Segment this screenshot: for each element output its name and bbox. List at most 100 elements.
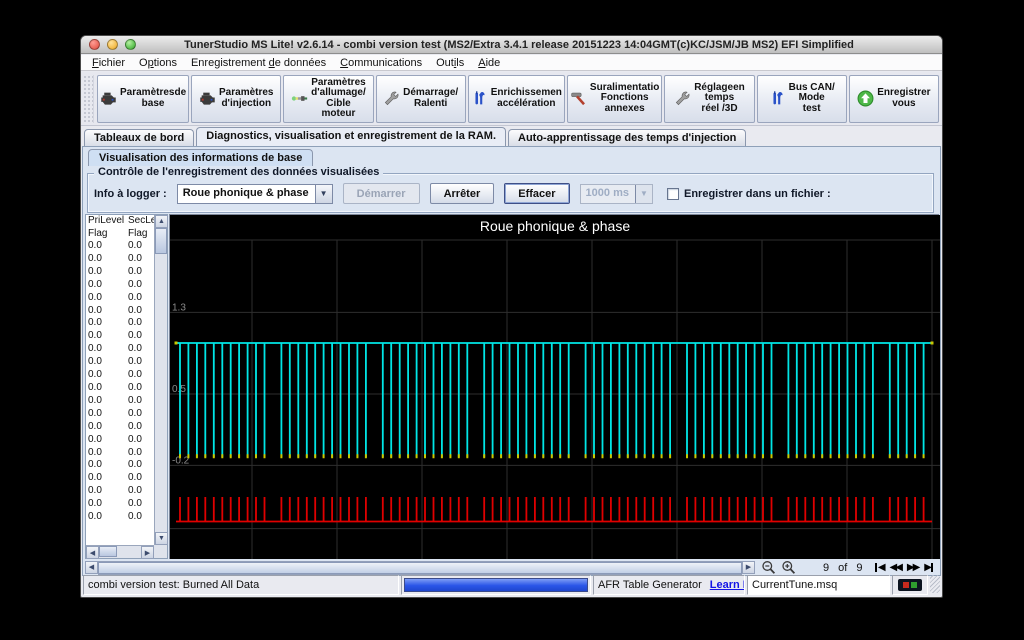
tab-diagnostics-ram[interactable]: Diagnostics, visualisation et enregistre… [196,127,506,146]
table-cell: 0.0 [126,279,154,292]
table-horizontal-scrollbar[interactable]: ◀ ▶ [86,545,154,558]
next-page-button[interactable]: ▶▶ [907,562,918,573]
toolbar-drag-handle[interactable] [83,75,94,123]
table-cell: 0.0 [126,395,154,408]
scroll-right-arrow[interactable]: ▶ [742,561,755,574]
table-cell: 0.0 [126,408,154,421]
boost-aux-button[interactable]: Suralimentatio Fonctions annexes [567,75,662,123]
table-row: 0.00.0 [86,253,154,266]
table-row: 0.00.0 [86,240,154,253]
table-row: 0.00.0 [86,317,154,330]
status-message: combi version test: Burned All Data [83,575,399,595]
column-header: SecLevel Flag [126,215,154,240]
scrollbar-thumb[interactable] [99,546,117,557]
record-to-file-checkbox[interactable]: Enregistrer dans un fichier : [667,188,831,200]
table-cell: 0.0 [126,330,154,343]
table-cell: 0.0 [86,253,126,266]
table-cell: 0.0 [126,434,154,447]
accel-enrichment-button[interactable]: Enrichissemen accélération [468,75,565,123]
clear-button[interactable]: Effacer [504,183,569,204]
table-cell: 0.0 [126,305,154,318]
zoom-button[interactable] [125,39,136,50]
menu-item[interactable]: Aide [471,57,507,69]
table-cell: 0.0 [126,472,154,485]
status-led-icon [898,579,922,591]
app-window: TunerStudio MS Lite! v2.6.14 - combi ver… [80,35,943,598]
stop-button[interactable]: Arrêter [430,183,495,204]
table-row: 0.00.0 [86,343,154,356]
tab-tableaux-de-bord[interactable]: Tableaux de bord [84,129,194,146]
toolbar-button-label: Suralimentatio Fonctions annexes [590,83,659,115]
scroll-right-arrow[interactable]: ▶ [141,546,154,559]
logger-select[interactable]: Roue phonique & phase ▼ [177,184,333,204]
menu-bar: FichierOptionsEnregistrement de donnéesC… [81,55,942,71]
status-bar: combi version test: Burned All Data AFR … [83,575,940,595]
injector-icon [199,90,216,107]
minimize-button[interactable] [107,39,118,50]
current-tune-file: CurrentTune.msq [747,575,890,595]
scroll-up-arrow[interactable]: ▲ [155,215,168,228]
scroll-down-arrow[interactable]: ▼ [155,532,168,545]
scroll-left-arrow[interactable]: ◀ [86,546,99,559]
tools-icon [769,90,786,107]
startup-idle-button[interactable]: Démarrage/ Ralenti [376,75,466,123]
realtime-tuning-button[interactable]: Réglageen temps réel /3D [664,75,754,123]
toolbar-button-label: Démarrage/ Ralenti [403,88,458,109]
table-cell: 0.0 [86,369,126,382]
learn-more-link[interactable]: Learn More! [710,579,745,591]
tab-auto-apprentissage[interactable]: Auto-apprentissage des temps d'injection [508,129,746,146]
checkbox-box[interactable] [667,188,679,200]
close-button[interactable] [89,39,100,50]
resize-grip[interactable] [930,575,940,593]
hammer-icon [570,90,587,107]
graph-horizontal-scrollbar[interactable]: ◀ ▶ [85,561,755,575]
table-row: 0.00.0 [86,511,154,524]
tab-visualisation-base[interactable]: Visualisation des informations de base [88,149,313,166]
first-page-button[interactable]: ◀ [874,562,884,573]
table-row: 0.00.0 [86,369,154,382]
inner-tab-bar: Visualisation des informations de base [88,148,313,166]
previous-page-button[interactable]: ◀◀ [890,562,901,573]
trace-end-marker [931,342,934,345]
table-cell: 0.0 [86,240,126,253]
table-vertical-scrollbar[interactable]: ▲ ▼ [154,215,167,545]
base-settings-button[interactable]: Paramètresde base [97,75,189,123]
table-cell: 0.0 [126,459,154,472]
last-page-button[interactable]: ▶ [924,562,934,573]
zoom-out-icon[interactable] [761,560,777,575]
register-button[interactable]: Enregistrer vous [849,75,939,123]
table-row: 0.00.0 [86,356,154,369]
menu-item[interactable]: Outils [429,57,471,69]
scrollbar-track[interactable] [98,561,742,575]
zoom-in-icon[interactable] [781,560,797,575]
table-cell: 0.0 [86,459,126,472]
table-row: 0.00.0 [86,330,154,343]
can-bus-test-button[interactable]: Bus CAN/ Mode test [757,75,847,123]
table-cell: 0.0 [86,395,126,408]
injection-settings-button[interactable]: Paramètres d'injection [191,75,281,123]
start-button[interactable]: Démarrer [343,183,420,204]
scrollbar-corner [154,545,167,558]
menu-item[interactable]: Options [132,57,184,69]
scrollbar-track[interactable] [99,546,141,558]
scrollbar-thumb[interactable] [155,228,167,254]
menu-item[interactable]: Fichier [85,57,132,69]
chevron-down-icon: ▼ [635,185,652,203]
menu-item[interactable]: Enregistrement de données [184,57,333,69]
green-led-icon [911,582,917,588]
checkbox-label: Enregistrer dans un fichier : [684,188,831,200]
interval-select[interactable]: 1000 ms ▼ [580,184,653,204]
scroll-left-arrow[interactable]: ◀ [85,561,98,574]
scrollbar-thumb[interactable] [98,562,742,574]
desktop: TunerStudio MS Lite! v2.6.14 - combi ver… [0,0,1024,640]
table-cell: 0.0 [86,498,126,511]
menu-item[interactable]: Communications [333,57,429,69]
ignition-settings-button[interactable]: Paramètres d'allumage/ Cible moteur [283,75,373,123]
table-cell: 0.0 [126,369,154,382]
progress-bar [401,575,591,595]
table-row: 0.00.0 [86,485,154,498]
table-cell: 0.0 [86,343,126,356]
waveform-svg: 1.30.5-0.2 Roue phonique & phase [170,215,940,559]
group-title: Contrôle de l'enregistrement des données… [94,166,383,178]
toolbar-button-label: Enrichissemen accélération [491,88,562,109]
